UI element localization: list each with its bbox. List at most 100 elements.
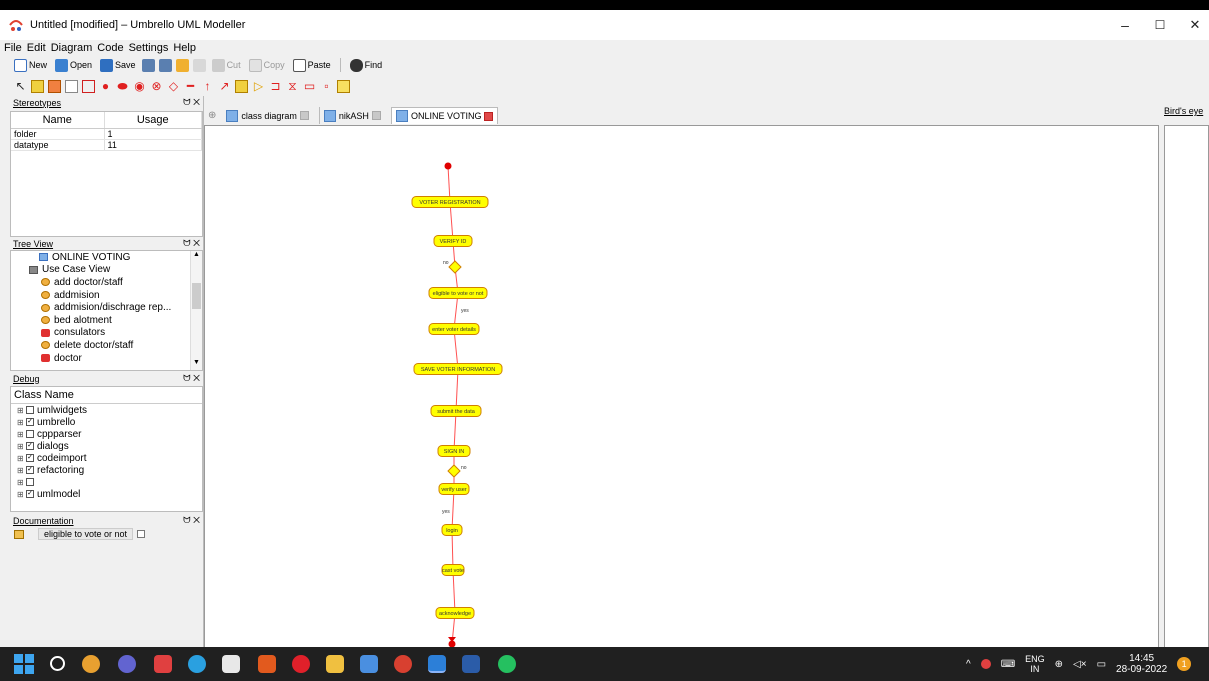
object-node-icon[interactable] [337,79,350,93]
tree-item[interactable]: bed alotment [11,314,191,327]
find-button[interactable]: Find [348,58,385,72]
whatsapp-icon[interactable] [498,655,516,673]
debug-checkbox[interactable]: ✓ [26,490,34,498]
tree-item[interactable]: addmision [11,289,191,302]
debug-checkbox[interactable]: ✓ [26,442,34,450]
select-arrow-icon[interactable]: ↖ [14,80,27,93]
debug-checkbox[interactable]: ✓ [26,466,34,474]
debug-checkbox[interactable] [26,478,34,486]
weather-icon[interactable] [82,655,100,673]
send-signal-icon[interactable]: ▷ [252,80,265,93]
tree-item[interactable]: ONLINE VOTING [11,251,191,264]
dock-close-icon[interactable]: ᗢ ✕ [183,97,200,108]
battery-icon[interactable]: ▭ [1097,659,1106,670]
debug-item[interactable]: ⊞ ✓ umlmodel [11,488,202,500]
windows-start-icon[interactable] [14,654,34,674]
cut-button[interactable]: Cut [210,58,243,72]
initial-activity-icon[interactable]: ● [99,80,112,93]
debug-item[interactable]: ⊞ ✓ codeimport [11,452,202,464]
menu-settings[interactable]: Settings [129,42,169,54]
tree-scrollbar[interactable]: ▲ ▼ [190,251,202,370]
tree-item[interactable]: doctor [11,352,191,365]
chat-icon[interactable] [118,655,136,673]
tab-nikash[interactable]: nikASH [318,107,385,124]
print-preview-icon[interactable] [158,58,172,72]
clock[interactable]: 14:45 28-09-2022 [1116,653,1167,675]
tab-close-icon[interactable] [371,111,381,120]
close-button[interactable]: ✕ [1175,10,1209,40]
tab-close-icon[interactable] [484,111,494,121]
tab-close-icon[interactable] [299,111,309,120]
copy-button[interactable]: Copy [247,58,287,72]
activity-icon[interactable] [31,79,44,93]
debug-checkbox[interactable] [26,430,34,438]
chrome-icon[interactable] [394,655,412,673]
scroll-down-icon[interactable]: ▼ [191,359,202,370]
scroll-up-icon[interactable]: ▲ [191,251,202,262]
table-row[interactable]: folder 1 [11,128,202,140]
tray-app-icon[interactable] [980,659,991,669]
show-hidden-icons-icon[interactable]: ^ [966,659,971,670]
expand-icon[interactable]: ⊞ [17,478,24,487]
office-icon[interactable] [258,655,276,673]
dock-close-icon[interactable]: ᗢ ✕ [183,515,200,526]
new-button[interactable]: New [12,58,49,72]
search-icon[interactable] [50,656,65,671]
notification-badge[interactable]: 1 [1177,657,1192,671]
debug-item[interactable]: ⊞ umlwidgets [11,404,202,416]
edge-browser-icon[interactable] [188,655,206,673]
debug-item[interactable]: ⊞ ✓ dialogs [11,440,202,452]
menu-edit[interactable]: Edit [27,42,46,54]
opera-icon[interactable] [292,655,310,673]
scroll-thumb[interactable] [192,283,201,309]
expand-icon[interactable]: ⊞ [17,466,24,475]
documentation-field[interactable]: eligible to vote or not [38,528,134,540]
signal-icon[interactable]: ↗ [218,80,231,93]
debug-item[interactable]: ⊞ ✓ umbrello [11,416,202,428]
debug-column-header[interactable]: Class Name [11,387,202,404]
expand-icon[interactable]: ⊞ [17,490,24,499]
tree-item[interactable]: delete doctor/staff [11,339,191,352]
initial-state-icon[interactable] [48,79,61,93]
column-name[interactable]: Name [11,112,105,129]
menu-file[interactable]: File [4,42,22,54]
expand-icon[interactable]: ⊞ [17,418,24,427]
tree-item[interactable]: consulators [11,327,191,340]
activity-node-icon[interactable]: ⬬ [116,80,129,93]
paste-button[interactable]: Paste [291,58,333,72]
volume-icon[interactable]: ◁× [1073,659,1087,670]
language-indicator[interactable]: ENG IN [1025,654,1045,674]
transition-icon[interactable]: ↑ [201,80,214,93]
save-button[interactable]: Save [98,58,138,72]
menu-help[interactable]: Help [173,42,196,54]
open-button[interactable]: Open [53,58,94,72]
debug-checkbox[interactable] [26,406,34,414]
expand-icon[interactable]: ⊞ [17,430,24,439]
tree-item[interactable]: addmision/dischrage rep... [11,301,191,314]
menu-code[interactable]: Code [97,42,123,54]
maximize-button[interactable]: ☐ [1140,10,1180,40]
debug-item[interactable]: ⊞ cppparser [11,428,202,440]
network-icon[interactable]: ⊕ [1055,659,1063,670]
note-icon[interactable] [65,79,78,93]
mcafee-icon[interactable] [154,655,172,673]
precondition-icon[interactable] [235,79,248,93]
calculator-icon[interactable] [222,655,240,673]
column-usage[interactable]: Usage [104,112,202,129]
table-row[interactable]: datatype 11 [11,139,202,151]
redo-icon[interactable] [192,58,206,72]
dock-close-icon[interactable]: ᗢ ✕ [183,238,200,249]
birds-eye-view[interactable] [1164,125,1209,657]
diagram-canvas[interactable]: VOTER REGISTRATION VERIFY ID eligible to v… [204,125,1159,657]
flow-final-icon[interactable]: ⊗ [150,80,163,93]
debug-checkbox[interactable]: ✓ [26,418,34,426]
branch-icon[interactable]: ◇ [167,80,180,93]
minimize-button[interactable]: – [1105,10,1145,40]
pin-icon[interactable]: ▫ [320,80,333,93]
expand-icon[interactable]: ⊞ [17,454,24,463]
tab-class-diagram[interactable]: class diagram [222,107,313,124]
keyboard-icon[interactable]: ⌨ [1001,659,1015,670]
documentation-area[interactable] [10,542,203,647]
expand-icon[interactable]: ⊞ [17,406,24,415]
time-event-icon[interactable]: ⧖ [286,80,299,93]
